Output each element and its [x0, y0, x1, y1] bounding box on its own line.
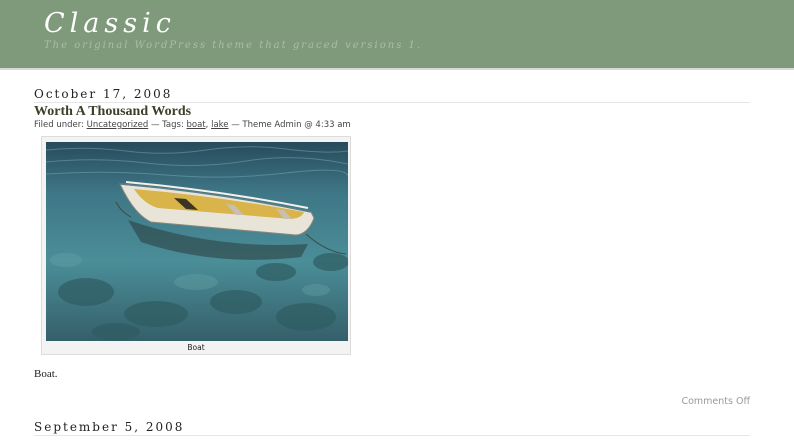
- category-link[interactable]: Uncategorized: [87, 120, 149, 130]
- site-title[interactable]: Classic: [44, 8, 176, 39]
- site-description: The original WordPress theme that graced…: [44, 40, 423, 51]
- post-date: October 17, 2008: [34, 87, 173, 101]
- date-divider: [34, 102, 750, 103]
- image-figure: Boat: [41, 136, 351, 355]
- comments-status: Comments Off: [681, 396, 750, 407]
- date-divider: [34, 435, 750, 436]
- post-body: Boat.: [34, 368, 58, 380]
- tags-label: — Tags:: [150, 120, 184, 130]
- image-caption: Boat: [187, 343, 205, 352]
- boat-image: [46, 142, 348, 341]
- tag-link-lake[interactable]: lake: [211, 120, 228, 130]
- filed-under-label: Filed under:: [34, 120, 84, 130]
- post-author-time: — Theme Admin @ 4:33 am: [231, 120, 351, 130]
- site-header: Classic The original WordPress theme tha…: [0, 0, 794, 70]
- boat-photo[interactable]: [46, 142, 348, 341]
- next-post-date: September 5, 2008: [34, 420, 185, 434]
- tag-separator: ,: [205, 120, 209, 130]
- post-title-link[interactable]: Worth A Thousand Words: [34, 104, 191, 120]
- post-meta: Filed under: Uncategorized — Tags: boat,…: [34, 120, 351, 130]
- tag-link-boat[interactable]: boat: [187, 120, 206, 130]
